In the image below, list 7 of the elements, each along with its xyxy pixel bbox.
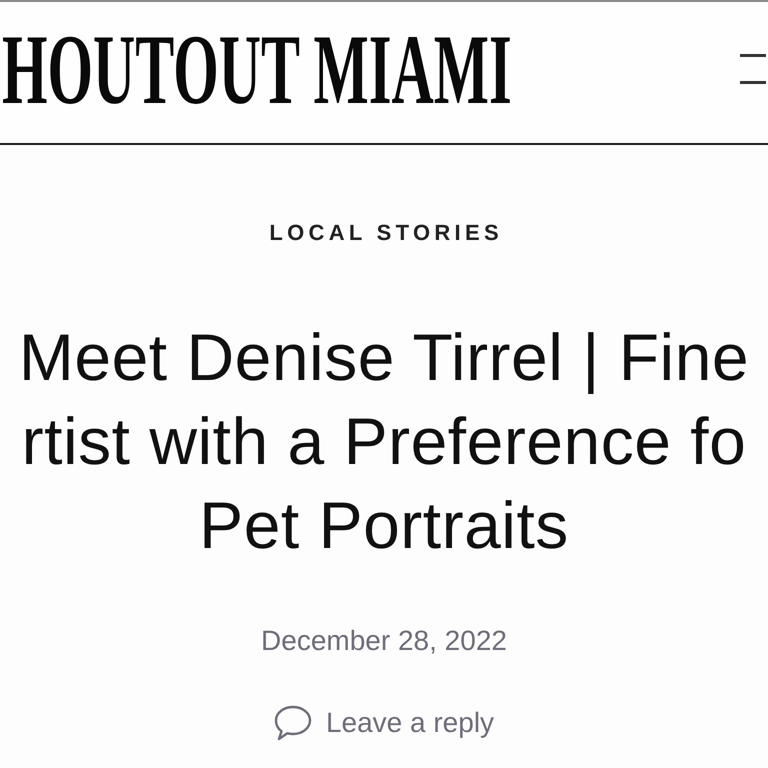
site-logo[interactable]: HOUTOUT MIAMI — [2, 20, 512, 120]
article-title: Meet Denise Tirrel | Fine rtist with a Preference fo Pet Portraits — [18, 319, 750, 564]
leave-reply-link[interactable]: Leave a reply — [274, 705, 494, 741]
post-date: December 28, 2022 — [261, 625, 507, 657]
speech-bubble-icon — [274, 705, 312, 741]
category-link[interactable]: LOCAL STORIES — [265, 221, 503, 245]
menu-icon[interactable] — [740, 54, 766, 84]
